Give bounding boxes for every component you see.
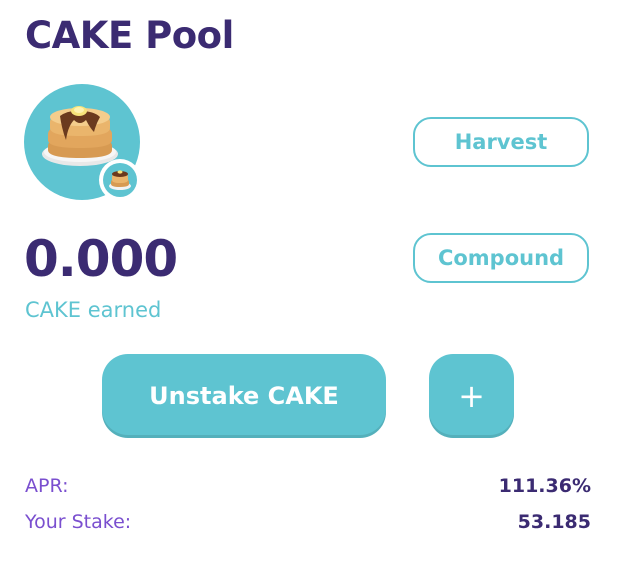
pool-title: CAKE Pool [25,14,234,57]
compound-button[interactable]: Compound [413,233,589,283]
unstake-button[interactable]: Unstake CAKE [102,354,386,438]
your-stake-value: 53.185 [517,511,591,533]
your-stake-label: Your Stake: [25,511,132,533]
add-stake-button[interactable]: + [429,354,514,438]
apr-row: APR: 111.36% [25,475,591,497]
harvest-button[interactable]: Harvest [413,117,589,167]
earned-amount: 0.000 [24,230,178,288]
pancake-badge-icon [99,159,141,201]
earned-label: CAKE earned [25,298,162,322]
apr-label: APR: [25,475,69,497]
apr-value: 111.36% [498,475,591,497]
your-stake-row: Your Stake: 53.185 [25,511,591,533]
